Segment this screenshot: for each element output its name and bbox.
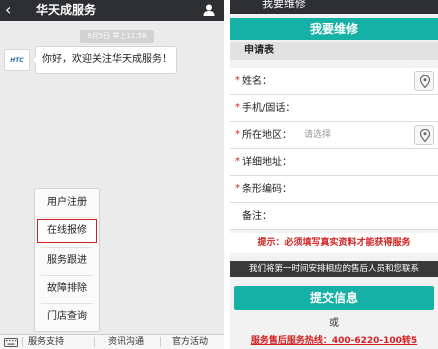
location-pin-icon[interactable] (414, 125, 434, 145)
menu-divider (41, 247, 93, 248)
field-label: 手机/固话： (242, 103, 296, 114)
required-mark: * (235, 183, 240, 194)
submit-button[interactable]: 提交信息 (234, 286, 434, 310)
name-field[interactable]: * 姓名： (230, 68, 438, 95)
menu-news[interactable]: 资讯沟通 (108, 335, 144, 349)
chat-title: 华天成服务 (36, 3, 97, 17)
chat-screen: ‹ 华天成服务 9月5日 早上11:58 HTC 你好，欢迎关注华天成服务！ 用… (0, 0, 224, 349)
or-label: 或 (329, 318, 339, 329)
menu-divider (160, 337, 161, 347)
menu-item-online-repair[interactable]: 在线报修 (37, 219, 97, 243)
required-mark: * (235, 156, 240, 167)
message-timestamp: 9月5日 早上11:58 (80, 30, 154, 43)
menu-divider (22, 337, 23, 347)
brand-logo: HTC (10, 56, 24, 64)
menu-official-events[interactable]: 官方活动 (172, 335, 208, 349)
repair-form-screen: 我要维修 我要维修 申请表 * 姓名： * 手机/固话： * 所在地区： 请选择 (230, 0, 438, 349)
top-bar-title: 我要维修 (262, 0, 306, 10)
popup-menu: 用户注册 在线报修 服务跟进 故障排除 门店查询 (34, 188, 100, 332)
top-bar: 我要维修 (230, 0, 438, 14)
menu-divider (41, 217, 93, 218)
menu-item-register[interactable]: 用户注册 (37, 191, 97, 215)
menu-divider (94, 337, 95, 347)
menu-item-service-followup[interactable]: 服务跟进 (37, 249, 97, 273)
location-pin-icon[interactable] (414, 71, 434, 91)
field-label: 所在地区： (242, 130, 292, 141)
field-label: 姓名： (242, 76, 272, 87)
required-mark: * (235, 102, 240, 113)
menu-divider (41, 303, 93, 304)
form-header: 我要维修 (230, 18, 438, 40)
region-placeholder: 请选择 (304, 130, 332, 140)
phone-field[interactable]: * 手机/固话： (230, 95, 438, 122)
welcome-message: 你好，欢迎关注华天成服务！ (31, 46, 177, 74)
menu-item-store-search[interactable]: 门店查询 (37, 305, 97, 329)
section-title: 申请表 (230, 42, 438, 60)
required-mark: * (235, 75, 240, 86)
address-field[interactable]: * 详细地址： (230, 149, 438, 176)
keyboard-icon[interactable] (4, 338, 18, 347)
contact-notice: 我们将第一时间安排相应的售后人员和您联系 (230, 261, 438, 277)
required-mark: * (235, 129, 240, 140)
person-icon[interactable] (202, 3, 216, 17)
chevron-left-icon[interactable]: ‹ (5, 2, 19, 18)
hotline-link[interactable]: 服务售后服务热线：400-6220-100转5 (230, 334, 438, 348)
menu-item-troubleshooting[interactable]: 故障排除 (37, 277, 97, 301)
field-label: 详细地址： (242, 157, 292, 168)
avatar[interactable]: HTC (4, 49, 30, 71)
chat-header: ‹ 华天成服务 (0, 0, 224, 21)
field-label: 条形编码： (242, 184, 292, 195)
menu-service-support[interactable]: 服务支持 (28, 335, 64, 349)
menu-divider (41, 275, 93, 276)
barcode-field[interactable]: * 条形编码： (230, 176, 438, 203)
remarks-field[interactable]: 备注： (230, 203, 438, 230)
field-label: 备注： (242, 211, 272, 222)
form-hint: 提示：必须填写真实资料才能获得服务 (230, 233, 438, 253)
bottom-menu-bar: 服务支持 资讯沟通 官方活动 (0, 334, 224, 349)
region-select[interactable]: * 所在地区： 请选择 (230, 122, 438, 149)
